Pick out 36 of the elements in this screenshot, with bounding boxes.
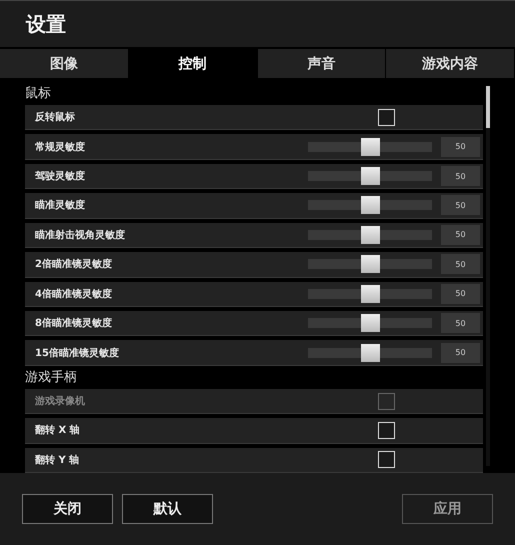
value-field[interactable]: 50 [441,136,480,157]
section-title: 游戏手柄 [25,370,78,386]
slider-thumb[interactable] [360,138,380,156]
slider-thumb[interactable] [360,255,380,274]
slider-thumb[interactable] [360,167,380,186]
footer-button[interactable]: 关闭 [22,494,113,524]
setting-label: 8倍瞄准镜灵敏度 [35,316,113,330]
value-field[interactable]: 50 [441,342,480,363]
window-title: 设置 [26,10,66,38]
setting-label: 4倍瞄准镜灵敏度 [35,287,113,301]
tab[interactable]: 游戏内容 [386,49,515,78]
tab[interactable]: 声音 [258,49,386,78]
setting-label: 2倍瞄准镜灵敏度 [35,257,113,272]
setting-label: 游戏录像机 [35,394,86,408]
tab[interactable]: 图像 [0,49,129,78]
setting-label: 反转鼠标 [35,110,76,124]
value-field[interactable]: 50 [441,224,480,245]
value-field[interactable]: 50 [441,166,480,186]
setting-label: 15倍瞄准镜灵敏度 [35,346,120,360]
slider-thumb[interactable] [360,284,380,303]
value-field[interactable]: 50 [441,313,480,334]
slider-thumb[interactable] [360,344,380,362]
value-field[interactable]: 50 [441,195,480,216]
slider-thumb[interactable] [360,196,380,214]
value-field[interactable]: 50 [441,254,480,274]
value-field[interactable]: 50 [441,284,480,304]
footer-button[interactable]: 默认 [122,494,213,524]
setting-label: 翻转 X 轴 [35,424,81,438]
setting-label: 驾驶灵敏度 [35,169,86,184]
setting-label: 瞄准灵敏度 [35,198,86,212]
setting-label: 常规灵敏度 [35,140,86,154]
slider-thumb[interactable] [360,226,380,244]
setting-label: 瞄准射击视角灵敏度 [35,228,126,242]
slider-thumb[interactable] [360,314,380,332]
section-title: 鼠标 [25,86,52,102]
setting-label: 翻转 Y 轴 [35,454,80,467]
